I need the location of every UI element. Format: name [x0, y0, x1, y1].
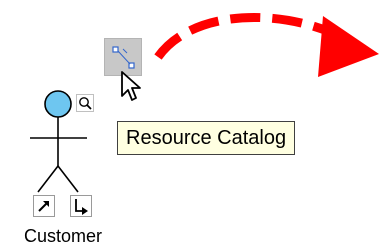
mouse-pointer-icon	[121, 71, 141, 101]
resource-catalog-tooltip: Resource Catalog	[117, 121, 296, 155]
association-button[interactable]	[33, 195, 55, 217]
diagram-canvas[interactable]: Resource Catalog Customer	[0, 0, 379, 247]
actor-figure[interactable]	[20, 88, 110, 198]
actor-label: Customer	[23, 226, 103, 246]
magnifier-icon	[79, 97, 92, 110]
association-arrow-icon	[38, 201, 49, 212]
tooltip-text: Resource Catalog	[126, 127, 287, 149]
generalization-arrow-icon	[75, 199, 88, 215]
generalization-button[interactable]	[70, 195, 92, 217]
actor-head	[44, 90, 72, 118]
magnifier-button[interactable]	[76, 94, 94, 112]
